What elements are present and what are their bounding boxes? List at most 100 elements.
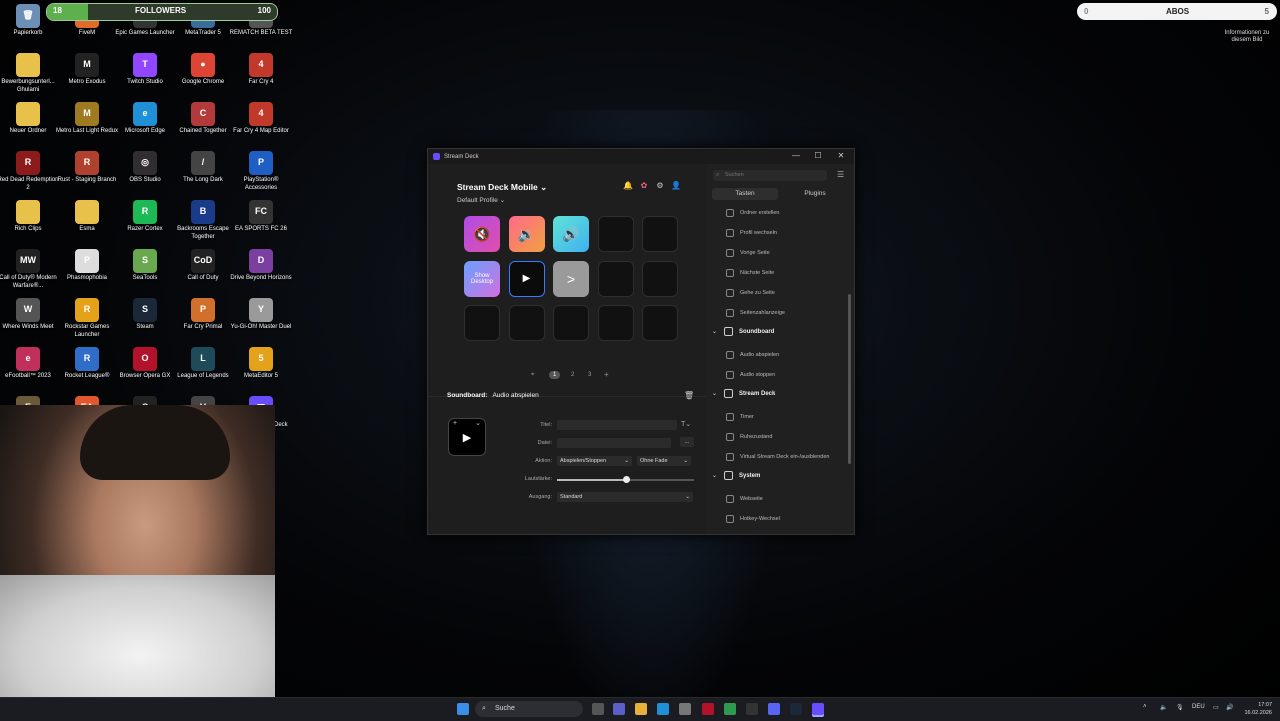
desktop-icon[interactable]: L League of Legends xyxy=(171,347,235,381)
user-icon[interactable]: 👤 xyxy=(671,181,681,191)
desktop-icon[interactable]: ◎ OBS Studio xyxy=(113,151,177,185)
action-select[interactable]: Abspielen/Stoppen ⌄ xyxy=(557,456,632,466)
action-item[interactable]: Profil wechseln xyxy=(726,229,777,237)
store-icon[interactable] xyxy=(679,703,691,715)
marketplace-icon[interactable]: ✿ xyxy=(639,181,649,191)
desktop-icon[interactable]: M Metro Last Light Redux xyxy=(55,102,119,136)
action-item[interactable]: Vorige Seite xyxy=(726,249,770,257)
desktop-icon[interactable]: ● Google Chrome xyxy=(171,53,235,87)
network-icon[interactable]: ▭ xyxy=(1213,704,1219,711)
desktop-icon[interactable]: Esma xyxy=(55,200,119,234)
key-preview[interactable]: ▶ + ⌄ xyxy=(448,418,486,456)
desktop-icon[interactable]: R Red Dead Redemption 2 xyxy=(0,151,60,192)
stream-deck-key[interactable] xyxy=(553,305,589,341)
page-pin-icon[interactable]: ⌖ xyxy=(531,372,534,379)
volume-slider[interactable] xyxy=(557,476,694,483)
image-info-note[interactable]: Informationen zu diesem Bild xyxy=(1218,30,1276,44)
desktop-icon[interactable]: R Rockstar Games Launcher xyxy=(55,298,119,339)
stream-deck-key[interactable]: 🔇 xyxy=(464,216,500,252)
actions-search-input[interactable]: ⌕ Suchen xyxy=(713,170,827,181)
list-view-icon[interactable]: ☰ xyxy=(837,170,844,179)
action-category[interactable]: ⌄ System xyxy=(712,471,760,480)
action-item[interactable]: Ruhezustand xyxy=(726,433,772,441)
teams-icon[interactable] xyxy=(613,703,625,715)
action-item[interactable]: Virtual Stream Deck ein-/ausblenden xyxy=(726,453,829,461)
stream-deck-key[interactable]: Show Desktop xyxy=(464,260,500,297)
desktop-icon[interactable]: P Phasmophobia xyxy=(55,249,119,283)
task-view-icon[interactable] xyxy=(592,703,604,715)
start-button[interactable] xyxy=(457,703,469,715)
microphone-icon[interactable]: 🎙 xyxy=(1176,704,1184,711)
taskbar-search[interactable]: ⌕ Suche xyxy=(475,701,583,717)
stream-deck-taskbar-icon[interactable] xyxy=(812,703,824,715)
desktop-icon[interactable]: Y Yu-Gi-Oh! Master Duel xyxy=(229,298,293,332)
stream-deck-key[interactable]: 🔉 xyxy=(508,216,545,252)
output-select[interactable]: Standard ⌄ xyxy=(557,492,693,502)
action-item[interactable]: Timer xyxy=(726,413,754,421)
speaker-icon[interactable]: 🔊 xyxy=(1226,704,1233,711)
language-indicator[interactable]: DEU xyxy=(1192,704,1205,710)
desktop-icon[interactable]: W Where Winds Meet xyxy=(0,298,60,332)
desktop-icon[interactable]: P PlayStation® Accessories xyxy=(229,151,293,192)
page-1[interactable]: 1 xyxy=(549,371,561,379)
action-item[interactable]: Nächste Seite xyxy=(726,269,774,277)
minimize-button[interactable]: — xyxy=(790,151,802,160)
device-selector[interactable]: Stream Deck Mobile ⌄ xyxy=(457,182,547,193)
opera-gx-icon[interactable] xyxy=(702,703,714,715)
browse-button[interactable]: ... xyxy=(680,437,694,447)
excel-icon[interactable] xyxy=(724,703,736,715)
desktop-icon[interactable]: P Far Cry Primal xyxy=(171,298,235,332)
desktop-icon[interactable]: S SeaTools xyxy=(113,249,177,283)
action-category[interactable]: ⌄ Stream Deck xyxy=(712,389,775,398)
desktop-icon[interactable]: S Steam xyxy=(113,298,177,332)
gear-icon[interactable]: ⚙ xyxy=(655,181,665,191)
stream-deck-key[interactable] xyxy=(642,305,678,341)
action-item[interactable]: Audio abspielen xyxy=(726,351,779,359)
title-input[interactable] xyxy=(557,420,677,430)
desktop-icon[interactable]: e Microsoft Edge xyxy=(113,102,177,136)
close-button[interactable]: ✕ xyxy=(835,151,847,160)
trash-icon[interactable]: 🗑 xyxy=(684,391,694,401)
stream-deck-key[interactable] xyxy=(464,305,500,341)
desktop-icon[interactable]: T Twitch Studio xyxy=(113,53,177,87)
stream-deck-key[interactable] xyxy=(597,260,634,297)
desktop-icon[interactable]: O Browser Opera GX xyxy=(113,347,177,381)
desktop-icon[interactable]: Rich Clips xyxy=(0,200,60,234)
stream-deck-key[interactable]: 🔊 xyxy=(553,216,589,252)
stream-deck-key[interactable]: ▶ xyxy=(508,260,545,297)
tab-plugins[interactable]: Plugins xyxy=(782,188,848,200)
stream-deck-key[interactable] xyxy=(597,305,634,341)
action-item[interactable]: Ordner erstellen xyxy=(726,209,779,217)
fade-select[interactable]: Ohne Fade ⌄ xyxy=(637,456,691,466)
desktop-icon[interactable]: CoD Call of Duty xyxy=(171,249,235,283)
steam-icon[interactable] xyxy=(790,703,802,715)
desktop-icon[interactable]: R Rocket League® xyxy=(55,347,119,381)
desktop-icon[interactable]: R Rust - Staging Branch xyxy=(55,151,119,185)
action-category[interactable]: ⌄ Soundboard xyxy=(712,327,774,336)
desktop-icon[interactable]: D Drive Beyond Horizons xyxy=(229,249,293,283)
desktop-icon[interactable]: 5 MetaEditor 5 xyxy=(229,347,293,381)
bell-icon[interactable]: 🔔 xyxy=(623,181,633,191)
desktop-icon[interactable]: / The Long Dark xyxy=(171,151,235,185)
action-item[interactable]: Hotkey-Wechsel xyxy=(726,515,780,523)
discord-icon[interactable] xyxy=(768,703,780,715)
action-item[interactable]: Seitenzahlanzeige xyxy=(726,309,785,317)
desktop-icon[interactable]: B Backrooms Escape Together xyxy=(171,200,235,241)
action-item[interactable]: Webseite xyxy=(726,495,763,503)
desktop-icon[interactable]: Bewerbungsunterl... Ghulami xyxy=(0,53,60,94)
obs-icon[interactable] xyxy=(746,703,758,715)
stream-deck-key[interactable]: > xyxy=(553,260,589,297)
page-3[interactable]: 3 xyxy=(588,372,591,378)
clock[interactable]: 17:07 16.02.2026 xyxy=(1240,701,1272,717)
desktop-icon[interactable]: Neuer Ordner xyxy=(0,102,60,136)
page-2[interactable]: 2 xyxy=(571,372,574,378)
action-item[interactable]: Audio stoppen xyxy=(726,371,775,379)
stream-deck-key[interactable] xyxy=(642,216,678,252)
stream-deck-key[interactable] xyxy=(508,305,545,341)
profile-selector[interactable]: Default Profile ⌄ xyxy=(457,196,505,204)
desktop-icon[interactable]: e eFootball™ 2023 xyxy=(0,347,60,381)
edge-icon[interactable] xyxy=(657,703,669,715)
desktop-icon[interactable]: 4 Far Cry 4 Map Editor xyxy=(229,102,293,136)
maximize-button[interactable]: ☐ xyxy=(812,151,824,160)
tab-keys[interactable]: Tasten xyxy=(712,188,778,200)
